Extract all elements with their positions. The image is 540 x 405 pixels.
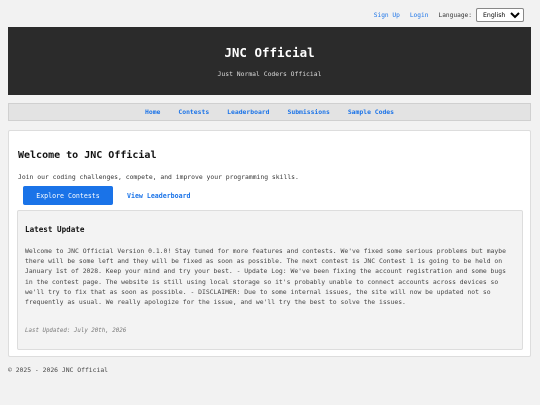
view-leaderboard-link[interactable]: View Leaderboard — [127, 192, 191, 200]
footer-copyright: © 2025 - 2026 JNC Official — [8, 366, 109, 374]
main-content: Welcome to JNC Official Join our coding … — [8, 130, 531, 357]
nav-item-contests[interactable]: Contests — [178, 108, 209, 116]
nav-item-submissions[interactable]: Submissions — [288, 108, 330, 116]
explore-contests-button[interactable]: Explore Contests — [23, 186, 113, 205]
nav-item-leaderboard[interactable]: Leaderboard — [227, 108, 269, 116]
last-updated-text: Last Updated: July 20th, 2026 — [25, 328, 127, 334]
latest-update-panel: Latest Update Welcome to JNC Official Ve… — [17, 210, 523, 350]
language-label: Language: — [438, 11, 472, 19]
nav-item-home[interactable]: Home — [145, 108, 160, 116]
sign-up-link[interactable]: Sign Up — [374, 12, 400, 19]
update-body: Welcome to JNC Official Version 0.1.0! S… — [25, 247, 506, 307]
site-title: JNC Official — [224, 45, 315, 60]
site-subtitle: Just Normal Coders Official — [217, 70, 322, 78]
intro-text: Join our coding challenges, compete, and… — [18, 173, 299, 181]
login-link[interactable]: Login — [410, 12, 429, 19]
page-title: Welcome to JNC Official — [18, 150, 157, 161]
nav-item-sample-codes[interactable]: Sample Codes — [348, 108, 394, 116]
language-select[interactable]: English — [476, 8, 524, 22]
update-heading: Latest Update — [25, 225, 85, 234]
top-bar: Sign Up Login Language: English — [374, 7, 524, 23]
main-nav: Home Contests Leaderboard Submissions Sa… — [8, 103, 531, 121]
header-banner: JNC Official Just Normal Coders Official — [8, 27, 531, 95]
